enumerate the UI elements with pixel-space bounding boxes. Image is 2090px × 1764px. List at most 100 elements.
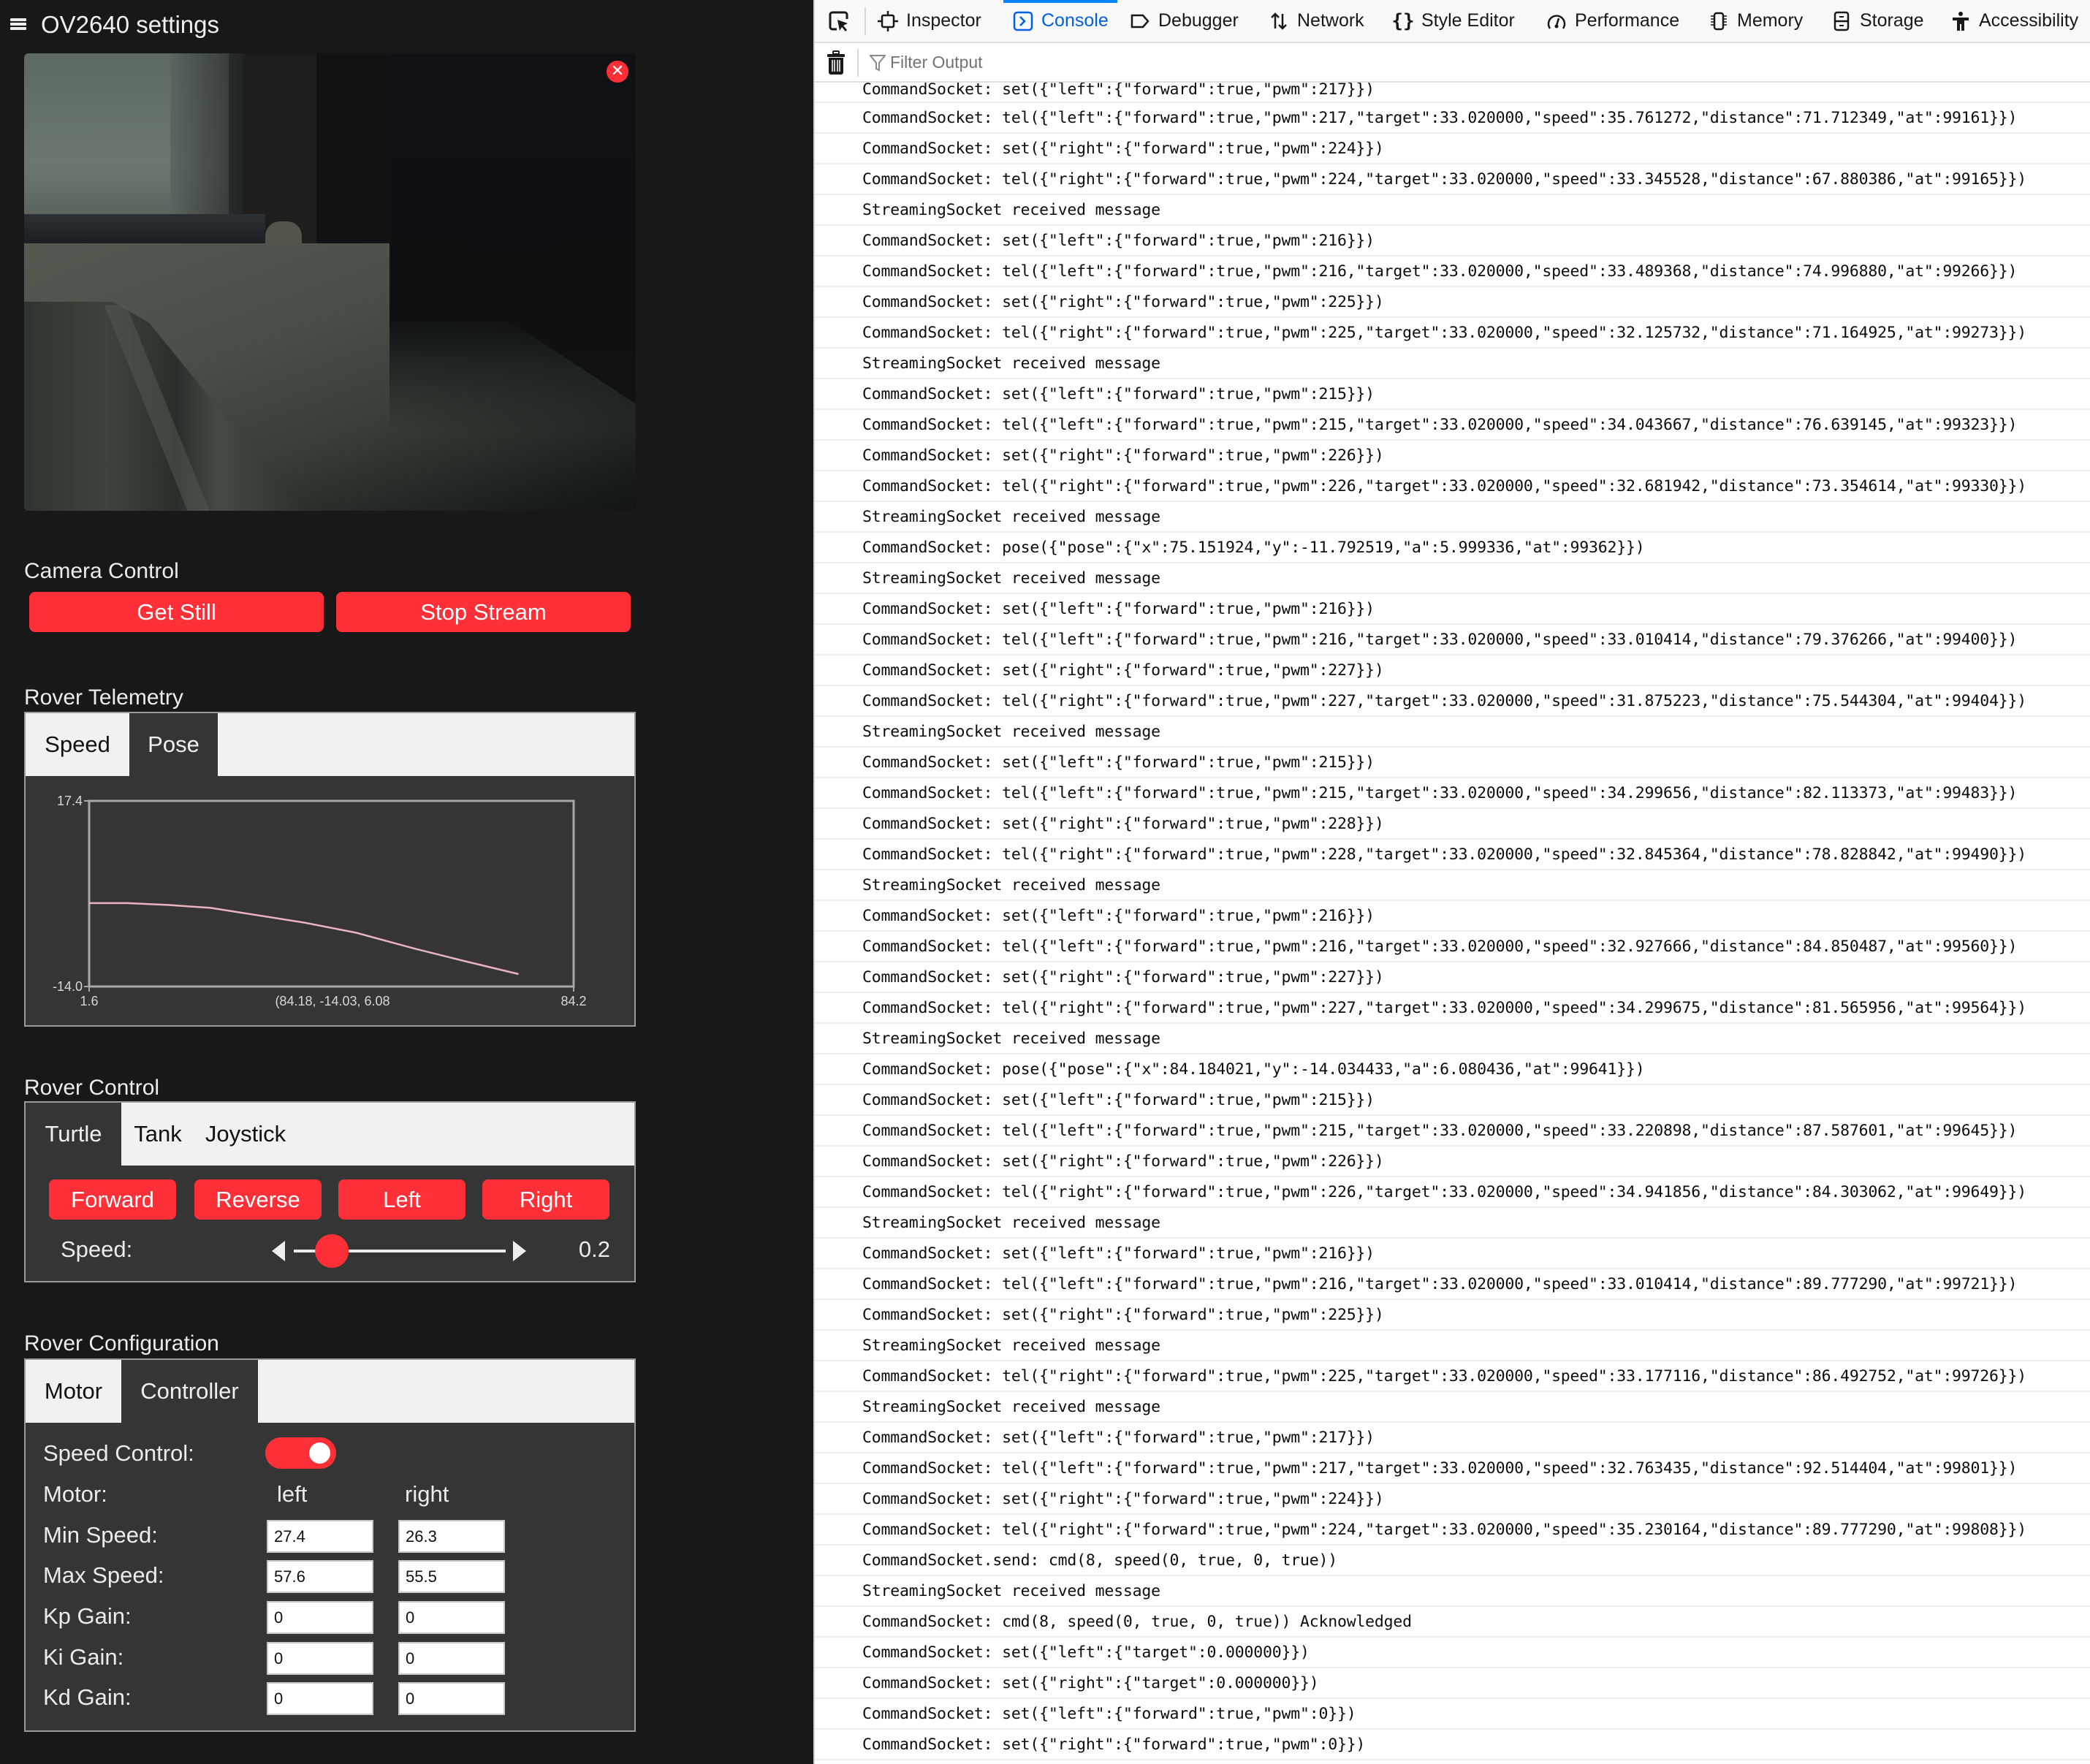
- max-speed-right-input[interactable]: 55.5: [398, 1560, 505, 1593]
- slider-decrease-icon: [272, 1241, 285, 1261]
- filter-icon: [868, 54, 887, 72]
- console-log-row: CommandSocket: set({"right":{"forward":t…: [815, 287, 2090, 318]
- right-button[interactable]: Right: [482, 1179, 609, 1220]
- console-log-row: CommandSocket: set({"left":{"forward":tr…: [815, 1085, 2090, 1116]
- tab-memory[interactable]: Memory: [1708, 0, 1803, 42]
- min-speed-label: Min Speed:: [43, 1522, 158, 1548]
- right-column-header: right: [405, 1481, 449, 1507]
- x-tick-label-max: 84.2: [560, 994, 586, 1008]
- console-log-row: StreamingSocket received message: [815, 563, 2090, 594]
- pose-trail-line: [89, 902, 519, 976]
- console-log-row: CommandSocket.send: cmd(8, speed(0, true…: [815, 1546, 2090, 1576]
- tab-turtle[interactable]: Turtle: [26, 1103, 121, 1166]
- console-log-row: CommandSocket: pose({"pose":{"x":75.1519…: [815, 533, 2090, 563]
- kp-gain-label: Kp Gain:: [43, 1603, 132, 1629]
- console-log-row: CommandSocket: tel({"left":{"forward":tr…: [815, 1116, 2090, 1147]
- console-log-row: StreamingSocket received message: [815, 1392, 2090, 1423]
- console-log-row: CommandSocket: set({"right":{"forward":t…: [815, 1730, 2090, 1760]
- kp-gain-right-input[interactable]: 0: [398, 1601, 505, 1634]
- console-icon: [1012, 10, 1034, 32]
- console-log-row: CommandSocket: set({"right":{"forward":t…: [815, 1484, 2090, 1515]
- console-log-row: CommandSocket: set({"right":{"forward":t…: [815, 809, 2090, 840]
- console-log-row: CommandSocket: tel({"right":{"forward":t…: [815, 686, 2090, 717]
- hamburger-icon[interactable]: [10, 16, 26, 32]
- min-speed-right-input[interactable]: 26.3: [398, 1520, 505, 1553]
- tab-motor[interactable]: Motor: [26, 1360, 121, 1423]
- close-stream-button[interactable]: ✕: [607, 61, 628, 83]
- tab-controller[interactable]: Controller: [121, 1360, 258, 1423]
- console-log-row: CommandSocket: set({"right":{"forward":t…: [815, 962, 2090, 993]
- tab-storage[interactable]: Storage: [1831, 0, 1924, 42]
- console-log-row: CommandSocket: pose({"pose":{"x":84.1840…: [815, 1054, 2090, 1085]
- tab-style-editor[interactable]: {} Style Editor: [1391, 0, 1515, 42]
- console-log-row: CommandSocket: set({"right":{"target":0.…: [815, 1668, 2090, 1699]
- tab-storage-label: Storage: [1860, 10, 1924, 31]
- tab-tank[interactable]: Tank: [121, 1103, 194, 1166]
- debugger-icon: [1129, 10, 1151, 32]
- close-icon: ✕: [610, 62, 625, 80]
- ki-gain-label: Ki Gain:: [43, 1644, 124, 1670]
- rover-configuration-panel: Motor Controller Speed Control: Motor: l…: [24, 1358, 636, 1732]
- console-log-row: CommandSocket: tel({"left":{"forward":tr…: [815, 625, 2090, 655]
- pose-readout: (84.18, -14.03, 6.08: [275, 994, 390, 1008]
- kp-gain-left-input[interactable]: 0: [267, 1601, 373, 1634]
- toolbar-divider: [864, 7, 866, 35]
- kd-gain-label: Kd Gain:: [43, 1684, 132, 1710]
- inspector-icon: [877, 10, 899, 32]
- tab-inspector[interactable]: Inspector: [877, 0, 981, 42]
- console-log-row: CommandSocket: set({"left":{"forward":tr…: [815, 748, 2090, 778]
- element-picker-icon[interactable]: [828, 10, 850, 32]
- tab-accessibility-label: Accessibility: [1979, 10, 2079, 31]
- storage-icon: [1831, 10, 1852, 32]
- console-log-row: CommandSocket: tel({"right":{"forward":t…: [815, 1361, 2090, 1392]
- filter-output-input[interactable]: Filter Output: [890, 49, 1329, 75]
- speed-control-label: Speed Control:: [43, 1440, 194, 1466]
- kd-gain-left-input[interactable]: 0: [267, 1682, 373, 1715]
- console-log-row: CommandSocket: tel({"right":{"forward":t…: [815, 1177, 2090, 1208]
- tab-console-label: Console: [1041, 10, 1109, 31]
- forward-button[interactable]: Forward: [49, 1179, 176, 1220]
- tab-debugger[interactable]: Debugger: [1129, 0, 1239, 42]
- rover-web-app: OV2640 settings ✕ Camera Control Get Sti…: [0, 0, 813, 1764]
- slider-increase-icon: [513, 1241, 526, 1261]
- speed-control-toggle[interactable]: [265, 1437, 336, 1469]
- left-column-header: left: [277, 1481, 308, 1507]
- stop-stream-button[interactable]: Stop Stream: [336, 592, 631, 632]
- kd-gain-right-input[interactable]: 0: [398, 1682, 505, 1715]
- speed-label: Speed:: [61, 1236, 133, 1262]
- memory-icon: [1708, 10, 1730, 32]
- console-log-row: CommandSocket: set({"left":{"forward":tr…: [815, 1239, 2090, 1269]
- tab-performance[interactable]: Performance: [1546, 0, 1679, 42]
- console-log-row: CommandSocket: tel({"right":{"forward":t…: [815, 164, 2090, 195]
- reverse-button[interactable]: Reverse: [194, 1179, 322, 1220]
- tab-inspector-label: Inspector: [906, 10, 981, 31]
- tab-console[interactable]: Console: [1003, 0, 1117, 42]
- telemetry-panel: Speed Pose 17.4 -14.0 1.6 84.2 (84.18, -…: [24, 712, 636, 1027]
- console-log-row: CommandSocket: tel({"right":{"forward":t…: [815, 1515, 2090, 1546]
- get-still-button[interactable]: Get Still: [29, 592, 324, 632]
- console-log-row: CommandSocket: set({"left":{"forward":tr…: [815, 226, 2090, 256]
- tab-accessibility[interactable]: Accessibility: [1950, 0, 2078, 42]
- ki-gain-right-input[interactable]: 0: [398, 1642, 505, 1675]
- console-log-row: CommandSocket: set({"right":{"forward":t…: [815, 134, 2090, 164]
- network-icon: [1268, 10, 1290, 32]
- console-output: CommandSocket: set({"left":{"forward":tr…: [815, 83, 2090, 1764]
- app-title: OV2640 settings: [41, 11, 219, 38]
- tab-network-label: Network: [1297, 10, 1364, 31]
- tab-joystick[interactable]: Joystick: [194, 1103, 297, 1166]
- console-log-row: CommandSocket: tel({"left":{"forward":tr…: [815, 1269, 2090, 1300]
- max-speed-label: Max Speed:: [43, 1562, 164, 1588]
- toggle-knob: [309, 1442, 330, 1464]
- trash-icon[interactable]: [826, 50, 848, 75]
- min-speed-left-input[interactable]: 27.4: [267, 1520, 373, 1553]
- camera-control-heading: Camera Control: [24, 559, 179, 583]
- slider-thumb: [315, 1234, 349, 1268]
- console-log-row: CommandSocket: tel({"left":{"forward":tr…: [815, 932, 2090, 962]
- max-speed-left-input[interactable]: 57.6: [267, 1560, 373, 1593]
- ki-gain-left-input[interactable]: 0: [267, 1642, 373, 1675]
- tab-network[interactable]: Network: [1268, 0, 1364, 42]
- speed-slider[interactable]: [270, 1233, 533, 1269]
- tab-style-editor-label: Style Editor: [1421, 10, 1515, 31]
- console-log-row: CommandSocket: cmd(8, speed(0, true, 0, …: [815, 1607, 2090, 1638]
- left-button[interactable]: Left: [338, 1179, 466, 1220]
